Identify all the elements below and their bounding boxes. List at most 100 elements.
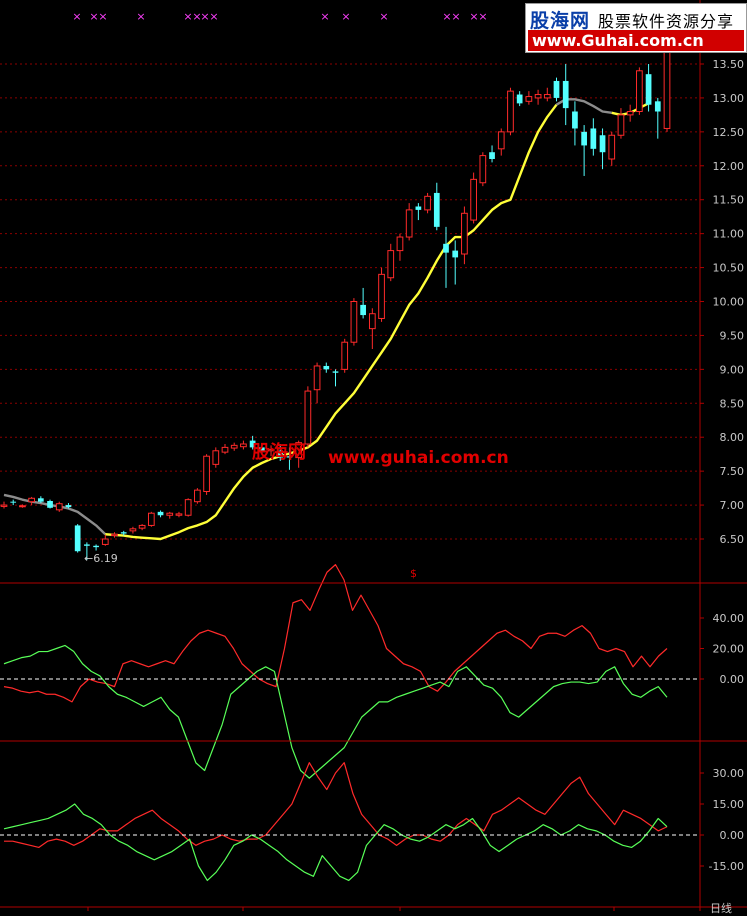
price-tick-label: 9.00 <box>720 363 745 376</box>
ma-segment-yellow <box>105 103 558 541</box>
candle-body-down <box>489 152 495 159</box>
candle-body-down <box>332 371 339 373</box>
candle-body-down <box>590 128 597 149</box>
candle-body-down <box>120 532 127 534</box>
candle-body-up <box>507 90 514 133</box>
ind-tick-label: 0.00 <box>720 829 745 842</box>
signal-mark: × <box>136 10 145 23</box>
candle-body-up <box>240 443 247 448</box>
signal-mark: × <box>451 10 460 23</box>
candle-body-up <box>166 512 174 516</box>
candle-body-down <box>452 250 459 258</box>
ind-series-line <box>3 564 668 703</box>
signal-mark: × <box>341 10 350 23</box>
candle-body-up <box>461 212 468 255</box>
price-tick-label: 11.50 <box>713 194 745 207</box>
candle-body-up <box>350 301 358 343</box>
ind-series-line <box>3 803 668 882</box>
candle-body-down <box>415 206 422 210</box>
candle-body-down <box>65 505 72 508</box>
candle-body-up <box>28 497 35 503</box>
candle-body-up <box>129 528 137 532</box>
ind-tick-label: 0.00 <box>720 673 745 686</box>
candle-body-up <box>221 446 229 453</box>
candle-body-down <box>599 135 606 153</box>
signal-mark: × <box>72 10 81 23</box>
candle-body-up <box>470 178 477 221</box>
price-tick-label: 8.00 <box>720 431 745 444</box>
candle-body-down <box>581 131 587 146</box>
candle-body-up <box>663 43 671 129</box>
badge-slogan: 股票软件资源分享 <box>598 12 735 31</box>
candle-body-up <box>396 236 404 252</box>
candle-body-up <box>626 111 634 116</box>
indicator-panel-1[interactable]: 40.00 20.00 0.00 <box>0 564 745 779</box>
guhai-watermark-badge: 股海网 股票软件资源分享 www.Guhai.com.cn <box>525 3 747 53</box>
candle-body-up <box>341 341 349 370</box>
candle-body-up <box>230 444 238 449</box>
badge-logo-text: 股海网 <box>530 10 591 32</box>
candle-body-down <box>654 101 661 112</box>
ind-tick-label: 20.00 <box>713 643 745 656</box>
candle-body-up <box>424 195 431 211</box>
price-tick-label: 13.00 <box>713 92 745 105</box>
candle-body-down <box>443 243 449 253</box>
candle-body-down <box>84 544 90 546</box>
signal-mark: × <box>320 10 329 23</box>
candle-body-down <box>433 192 440 227</box>
candle-body-up <box>19 505 26 508</box>
price-tick-label: 7.50 <box>720 465 745 478</box>
price-tick-label: 9.50 <box>720 329 745 342</box>
price-tick-label: 10.00 <box>713 296 745 309</box>
candle-body-down <box>516 94 523 104</box>
candle-body-down <box>37 498 44 502</box>
price-axis: 13.50 13.00 12.50 12.00 11.50 11.00 10.50 10.00… <box>700 58 744 546</box>
candle-body-up <box>138 524 146 529</box>
ind-tick-label: -15.00 <box>709 860 744 873</box>
candle-body-up <box>497 131 505 150</box>
price-tick-label: 12.50 <box>713 126 745 139</box>
signal-mark: × <box>209 10 218 23</box>
candle-body-up <box>175 513 183 516</box>
overlay-logo-watermark: 股海网 <box>252 442 306 463</box>
signal-markers: × × × × × ×× × × × × × × × × <box>72 10 487 23</box>
ind-tick-label: 40.00 <box>713 612 745 625</box>
indicator-marker: $ <box>410 567 417 580</box>
candle-body-down <box>323 365 330 370</box>
ma-segment-gray <box>3 493 107 536</box>
ind-tick-label: 30.00 <box>713 767 745 780</box>
candle-body-down <box>360 304 366 316</box>
signal-mark: × <box>183 10 192 23</box>
candle-body-up <box>543 94 551 99</box>
candle-body-down <box>553 80 560 98</box>
price-tick-label: 7.00 <box>720 499 745 512</box>
signal-mark: × <box>89 10 98 23</box>
candle-body-up <box>147 512 155 526</box>
badge-url: www.Guhai.com.cn <box>528 30 744 51</box>
signal-mark: × <box>379 10 388 23</box>
price-tick-label: 8.50 <box>720 397 745 410</box>
price-tick-label: 11.00 <box>713 228 745 241</box>
candlesticks[interactable] <box>0 40 671 561</box>
candle-body-down <box>10 501 17 503</box>
candle-body-up <box>608 134 616 160</box>
candle-body-down <box>157 511 164 516</box>
low-price-label: ←6.19 <box>84 552 118 565</box>
candle-body-down <box>645 74 652 105</box>
candle-body-down <box>74 525 81 552</box>
signal-mark: × <box>98 10 107 23</box>
candle-body-up <box>479 155 487 184</box>
price-tick-label: 10.50 <box>713 262 745 275</box>
candle-body-up <box>0 504 8 507</box>
signal-mark: × <box>478 10 487 23</box>
candle-body-up <box>194 489 201 503</box>
candle-body-up <box>101 538 109 545</box>
candle-body-up <box>184 499 192 516</box>
candle-body-up <box>368 313 376 330</box>
candle-body-up <box>405 209 413 238</box>
indicator-panel-2[interactable]: 30.00 15.00 0.00 -15.00 <box>0 762 745 882</box>
price-tick-label: 12.00 <box>713 160 745 173</box>
ind-series-line <box>3 644 668 779</box>
candle-body-down <box>93 545 99 548</box>
candle-body-up <box>212 450 220 465</box>
